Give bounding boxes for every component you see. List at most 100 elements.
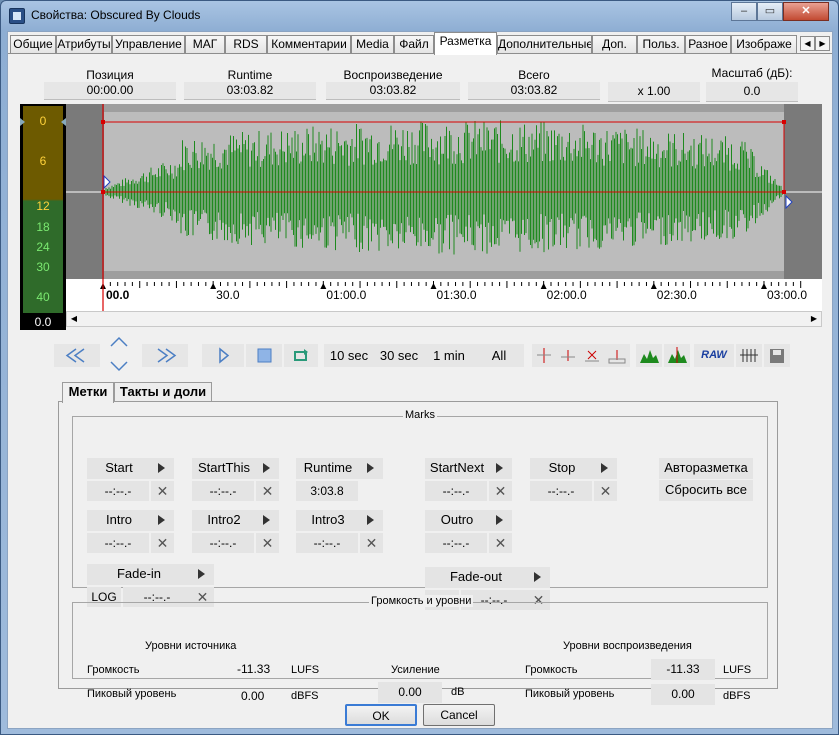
tab-12[interactable]: Разное <box>685 35 731 54</box>
tab-9[interactable]: Дополнительные <box>497 35 592 54</box>
tab-5[interactable]: Комментарии <box>267 35 351 54</box>
mark-runtime-button[interactable]: Runtime <box>296 458 360 479</box>
mark-startthis-clear-icon[interactable]: ✕ <box>256 481 279 501</box>
tab-beats[interactable]: Такты и доли <box>114 382 212 402</box>
mark-runtime-play-icon[interactable] <box>360 458 383 479</box>
fade-in-play-icon[interactable] <box>191 564 214 585</box>
mark-intro3-value[interactable]: --:--.- <box>296 533 358 553</box>
forward-button[interactable] <box>142 344 188 367</box>
mark-intro-value[interactable]: --:--.- <box>87 533 149 553</box>
tab-scroll-left-icon[interactable]: ◀ <box>800 36 815 51</box>
mark-start-icon[interactable] <box>532 344 556 367</box>
timeline-tick-label: 30.0 <box>216 288 240 302</box>
app-icon <box>9 8 25 24</box>
mark-startnext-value[interactable]: --:--.- <box>425 481 487 501</box>
mark-startthis-play-icon[interactable] <box>256 458 279 479</box>
zoom-all-button[interactable]: All <box>474 344 524 367</box>
mark-intro3-play-icon[interactable] <box>360 510 383 531</box>
mark-outro-button[interactable]: Outro <box>425 510 489 531</box>
timeline-tick-label: 02:00.0 <box>546 288 587 302</box>
mark-outro-value[interactable]: --:--.- <box>425 533 487 553</box>
tab-4[interactable]: RDS <box>225 35 267 54</box>
beat-grid-icon[interactable] <box>736 344 762 367</box>
waveform-view[interactable] <box>66 104 822 279</box>
speed-value[interactable]: x 1.00 <box>608 82 700 102</box>
minimize-button[interactable]: – <box>731 2 757 21</box>
mark-start-play-icon[interactable] <box>151 458 174 479</box>
mark-stop-clear-icon[interactable]: ✕ <box>594 481 617 501</box>
auto-mark-red-icon[interactable] <box>664 344 690 367</box>
tab-6[interactable]: Media <box>351 35 394 54</box>
tab-8[interactable]: Разметка <box>434 32 497 55</box>
mark-startnext-play-icon[interactable] <box>489 458 512 479</box>
zoom-30sec-button[interactable]: 30 sec <box>374 344 424 367</box>
auto-mark-button[interactable]: Авторазметка <box>659 458 753 479</box>
waveform-scrollbar[interactable]: ◀ ▶ <box>66 311 822 327</box>
tab-strip-border <box>8 53 832 54</box>
runtime-value: 03:03.82 <box>184 82 316 100</box>
zoom-10sec-button[interactable]: 10 sec <box>324 344 374 367</box>
scale-value[interactable]: 0.0 <box>706 82 798 102</box>
cancel-button[interactable]: Cancel <box>423 704 495 726</box>
mark-clear-icon[interactable] <box>580 344 604 367</box>
mark-startnext-clear-icon[interactable]: ✕ <box>489 481 512 501</box>
mark-stop-play-icon[interactable] <box>594 458 617 479</box>
close-button[interactable]: ✕ <box>783 2 829 21</box>
reset-all-button[interactable]: Сбросить все <box>659 480 753 501</box>
mark-end-icon[interactable] <box>604 344 630 367</box>
tab-2[interactable]: Управление <box>112 35 185 54</box>
source-loudness-unit: LUFS <box>291 664 320 676</box>
mark-start-clear-icon[interactable]: ✕ <box>151 481 174 501</box>
mark-startthis-value[interactable]: --:--.- <box>192 481 254 501</box>
mark-intro2-play-icon[interactable] <box>256 510 279 531</box>
zoom-1min-button[interactable]: 1 min <box>424 344 474 367</box>
tab-0[interactable]: Общие <box>10 35 56 54</box>
tab-10[interactable]: Доп. <box>592 35 637 54</box>
mark-startthis-button[interactable]: StartThis <box>192 458 256 479</box>
mark-intro2-button[interactable]: Intro2 <box>192 510 256 531</box>
mark-intro-clear-icon[interactable]: ✕ <box>151 533 174 553</box>
scroll-left-icon[interactable]: ◀ <box>68 313 80 325</box>
tab-3[interactable]: МАГ <box>185 35 225 54</box>
move-up-button[interactable] <box>104 332 134 352</box>
scroll-right-icon[interactable]: ▶ <box>808 313 820 325</box>
maximize-button[interactable]: ▭ <box>757 2 783 21</box>
loop-button[interactable] <box>284 344 318 367</box>
move-down-button[interactable] <box>104 356 134 376</box>
fade-out-button[interactable]: Fade-out <box>425 567 527 588</box>
mark-intro3-clear-icon[interactable]: ✕ <box>360 533 383 553</box>
save-icon[interactable] <box>764 344 790 367</box>
mark-stop-button[interactable]: Stop <box>530 458 594 479</box>
tab-13[interactable]: Изображе <box>731 35 797 54</box>
tab-7[interactable]: Файл <box>394 35 434 54</box>
mark-this-icon[interactable] <box>556 344 580 367</box>
mark-start-value[interactable]: --:--.- <box>87 481 149 501</box>
mark-outro-clear-icon[interactable]: ✕ <box>489 533 512 553</box>
tab-11[interactable]: Польз. <box>637 35 685 54</box>
mark-startnext-button[interactable]: StartNext <box>425 458 489 479</box>
rewind-button[interactable] <box>54 344 100 367</box>
stop-button[interactable] <box>246 344 282 367</box>
mark-runtime-value[interactable]: 3:03.8 <box>296 481 358 501</box>
total-label: Всего <box>518 68 550 82</box>
mark-outro-play-icon[interactable] <box>489 510 512 531</box>
raw-button[interactable]: RAW <box>694 344 734 367</box>
tab-marks[interactable]: Метки <box>62 382 114 403</box>
tab-1[interactable]: Атрибуты <box>56 35 112 54</box>
ok-button[interactable]: OK <box>345 704 417 726</box>
fade-in-button[interactable]: Fade-in <box>87 564 191 585</box>
mark-intro-play-icon[interactable] <box>151 510 174 531</box>
auto-mark-icon[interactable] <box>636 344 662 367</box>
play-button[interactable] <box>202 344 244 367</box>
source-loudness-label: Громкость <box>87 664 140 676</box>
mark-intro2-clear-icon[interactable]: ✕ <box>256 533 279 553</box>
gain-input[interactable]: 0.00 <box>378 682 442 703</box>
mark-stop-value[interactable]: --:--.- <box>530 481 592 501</box>
mark-intro-button[interactable]: Intro <box>87 510 151 531</box>
fade-out-play-icon[interactable] <box>527 567 550 588</box>
mark-intro2-value[interactable]: --:--.- <box>192 533 254 553</box>
tab-scroll-right-icon[interactable]: ▶ <box>815 36 830 51</box>
mark-start-button[interactable]: Start <box>87 458 151 479</box>
mark-intro3-button[interactable]: Intro3 <box>296 510 360 531</box>
timeline-tick-label: 01:00.0 <box>326 288 367 302</box>
